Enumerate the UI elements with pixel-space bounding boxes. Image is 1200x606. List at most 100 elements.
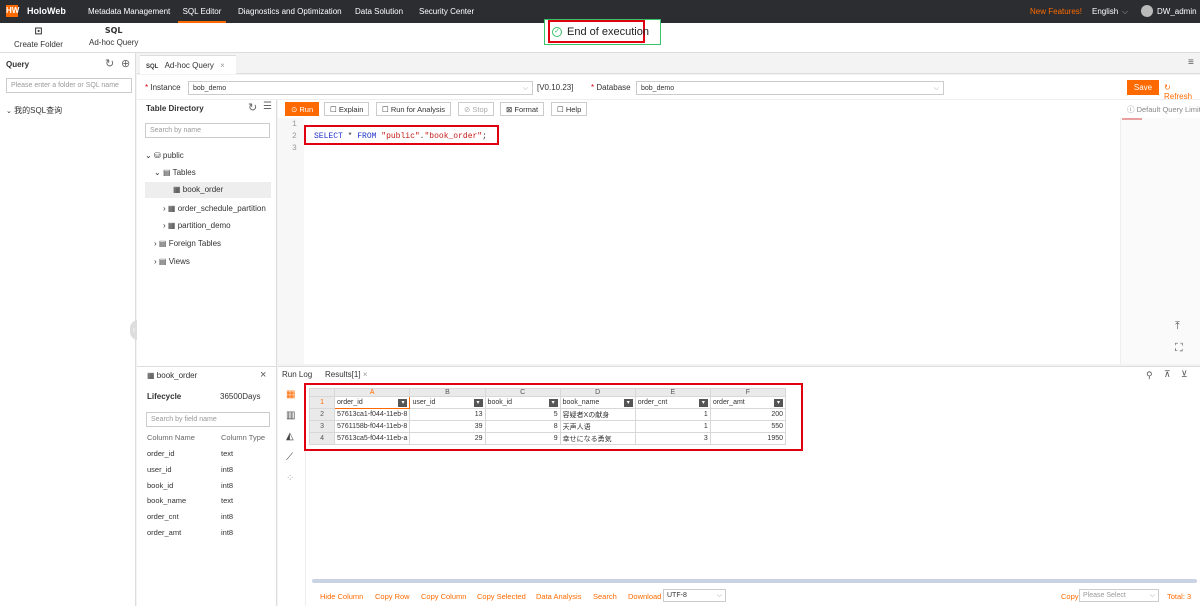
table-cell[interactable]: 幸せになる勇気 (559, 432, 636, 445)
column-letter[interactable]: E (634, 388, 711, 397)
table-cell[interactable]: 57613ca1-f044-11eb-8 (334, 408, 411, 421)
sql-code-line[interactable]: SELECT * FROM "public"."book_order"; (314, 132, 487, 141)
list-icon[interactable]: ☰ (263, 101, 272, 112)
table-cell[interactable]: 550 (709, 420, 787, 433)
nav-security-center[interactable]: Security Center (419, 7, 474, 16)
copy-format-select[interactable]: Please Select ⌵ (1079, 589, 1159, 602)
table-cell[interactable]: 9 (484, 432, 561, 445)
table-cell[interactable]: 5 (484, 408, 561, 421)
database-select[interactable]: bob_demo ⌵ (636, 81, 944, 95)
schema-public[interactable]: ⌄ ⛁ public (145, 151, 184, 160)
user-name[interactable]: DW_admin (1157, 7, 1197, 16)
avatar[interactable] (1141, 5, 1153, 17)
table-cell[interactable]: 5761158b-f044-11eb-8 (334, 420, 411, 433)
header-cell[interactable]: book_id ▾ (484, 396, 561, 409)
encoding-select[interactable]: UTF-8 ⌵ (663, 589, 726, 602)
dropdown-icon[interactable]: ▾ (698, 398, 708, 407)
column-letter[interactable]: C (484, 388, 561, 397)
menu-icon[interactable]: ≡ (1188, 57, 1194, 68)
header-cell[interactable]: user_id ▾ (409, 396, 486, 409)
bar-chart-icon[interactable]: ▥ (286, 410, 295, 421)
header-cell[interactable]: order_amt ▾ (709, 396, 787, 409)
grid-view-icon[interactable]: ▦ (286, 389, 295, 400)
table-cell[interactable]: 容疑者Xの献身 (559, 408, 636, 421)
table-cell[interactable]: 1 (634, 408, 711, 421)
instance-select[interactable]: bob_demo ⌵ (188, 81, 533, 95)
dropdown-icon[interactable]: ▾ (774, 398, 783, 407)
locate-icon[interactable]: ⊕ (121, 57, 130, 70)
nav-sql-editor[interactable]: SQL Editor (178, 0, 226, 23)
new-features-link[interactable]: New Features! (1030, 7, 1082, 16)
create-folder-button[interactable]: ⊡ Create Folder (14, 26, 63, 49)
refresh-icon[interactable]: ↻ (248, 101, 257, 114)
header-cell[interactable]: order_cnt ▾ (634, 396, 711, 409)
close-icon[interactable]: × (363, 370, 368, 379)
header-cell[interactable]: book_name ▾ (559, 396, 636, 409)
help-button[interactable]: ☐ Help (551, 102, 588, 116)
table-cell[interactable]: 29 (409, 432, 486, 445)
table-cell[interactable]: 1 (634, 420, 711, 433)
stop-button[interactable]: ⊘ Stop (458, 102, 494, 116)
close-icon[interactable]: × (220, 61, 225, 70)
run-button[interactable]: ⊙ Run (285, 102, 320, 116)
nav-diagnostics[interactable]: Diagnostics and Optimization (238, 7, 342, 16)
table-cell[interactable]: 13 (409, 408, 486, 421)
dropdown-icon[interactable]: ▾ (623, 398, 633, 407)
default-limit[interactable]: ⓘ Default Query Limit (1127, 104, 1200, 115)
table-row[interactable]: 2 57613ca1-f044-11eb-8 13 5 容疑者Xの献身 1 20… (308, 408, 787, 421)
search-link[interactable]: Search (593, 592, 617, 601)
table-cell[interactable]: 1950 (709, 432, 787, 445)
close-icon[interactable]: × (260, 369, 266, 381)
copy-selected-link[interactable]: Copy Selected (477, 592, 526, 601)
copy-row-link[interactable]: Copy Row (375, 592, 410, 601)
run-analysis-button[interactable]: ☐ Run for Analysis (376, 102, 452, 116)
copy-column-link[interactable]: Copy Column (421, 592, 466, 601)
tree-item-order-schedule-partition[interactable]: › ▦ order_schedule_partition (163, 204, 266, 213)
table-cell[interactable]: 8 (484, 420, 561, 433)
nav-metadata-management[interactable]: Metadata Management (88, 7, 170, 16)
my-sql-folder[interactable]: ⌄ 我的SQL查询 (6, 105, 62, 116)
table-cell[interactable]: 57613ca5-f044-11eb-a (334, 432, 411, 445)
maximize-icon[interactable]: ⊼ (1164, 369, 1171, 380)
dropdown-icon[interactable]: ▾ (473, 398, 483, 407)
adhoc-query-button[interactable]: SQL Ad-hoc Query (89, 26, 138, 47)
refresh-icon[interactable]: ↻ (105, 57, 114, 70)
explain-button[interactable]: ☐ Explain (324, 102, 370, 116)
tab-run-log[interactable]: Run Log (282, 370, 312, 379)
dropdown-icon[interactable]: ▾ (398, 398, 408, 407)
table-cell[interactable]: 39 (409, 420, 486, 433)
brand-name[interactable]: HoloWeb (27, 6, 66, 16)
tables-node[interactable]: ⌄ ▤ Tables (154, 168, 196, 177)
table-cell[interactable]: 天声人语 (559, 420, 636, 433)
area-chart-icon[interactable]: ◭ (286, 431, 294, 442)
data-analysis-link[interactable]: Data Analysis (536, 592, 581, 601)
save-button[interactable]: Save (1127, 80, 1159, 95)
field-search-input[interactable]: Search by field name (146, 412, 270, 427)
column-letter[interactable]: D (559, 388, 636, 397)
sql-editor[interactable] (278, 118, 1120, 364)
format-button[interactable]: ⊠ Format (500, 102, 545, 116)
refresh-button[interactable]: ↻ Refresh (1164, 83, 1200, 101)
table-row[interactable]: 4 57613ca5-f044-11eb-a 29 9 幸せになる勇気 3 19… (308, 432, 787, 445)
table-row[interactable]: 3 5761158b-f044-11eb-8 39 8 天声人语 1 550 (308, 420, 787, 433)
dropdown-icon[interactable]: ▾ (548, 398, 558, 407)
tree-item-book-order[interactable]: ▦ book_order (145, 182, 271, 198)
pin-icon[interactable]: ⚲ (1146, 370, 1153, 381)
editor-minimap[interactable] (1120, 118, 1200, 364)
views-node[interactable]: › ▤ Views (154, 257, 190, 266)
column-letter[interactable]: B (409, 388, 486, 397)
table-cell[interactable]: 3 (634, 432, 711, 445)
hide-column-link[interactable]: Hide Column (320, 592, 363, 601)
table-search-input[interactable]: Search by name (145, 123, 270, 138)
column-letter[interactable]: F (709, 388, 787, 397)
folder-search-input[interactable]: Please enter a folder or SQL name (6, 78, 132, 93)
scroll-top-icon[interactable]: ⤒ (1175, 320, 1180, 333)
download-link[interactable]: Download (628, 592, 661, 601)
fullscreen-icon[interactable]: ⛶ (1175, 342, 1183, 355)
tab-adhoc-query[interactable]: SQL Ad-hoc Query × (140, 55, 236, 74)
language-select[interactable]: English (1092, 7, 1118, 16)
nav-data-solution[interactable]: Data Solution (355, 7, 403, 16)
results-grid[interactable]: A B C D E F 1 order_id ▾ user_id ▾ book_id… (308, 388, 787, 445)
line-chart-icon[interactable]: ⟋ (286, 452, 293, 463)
table-cell[interactable]: 200 (709, 408, 787, 421)
